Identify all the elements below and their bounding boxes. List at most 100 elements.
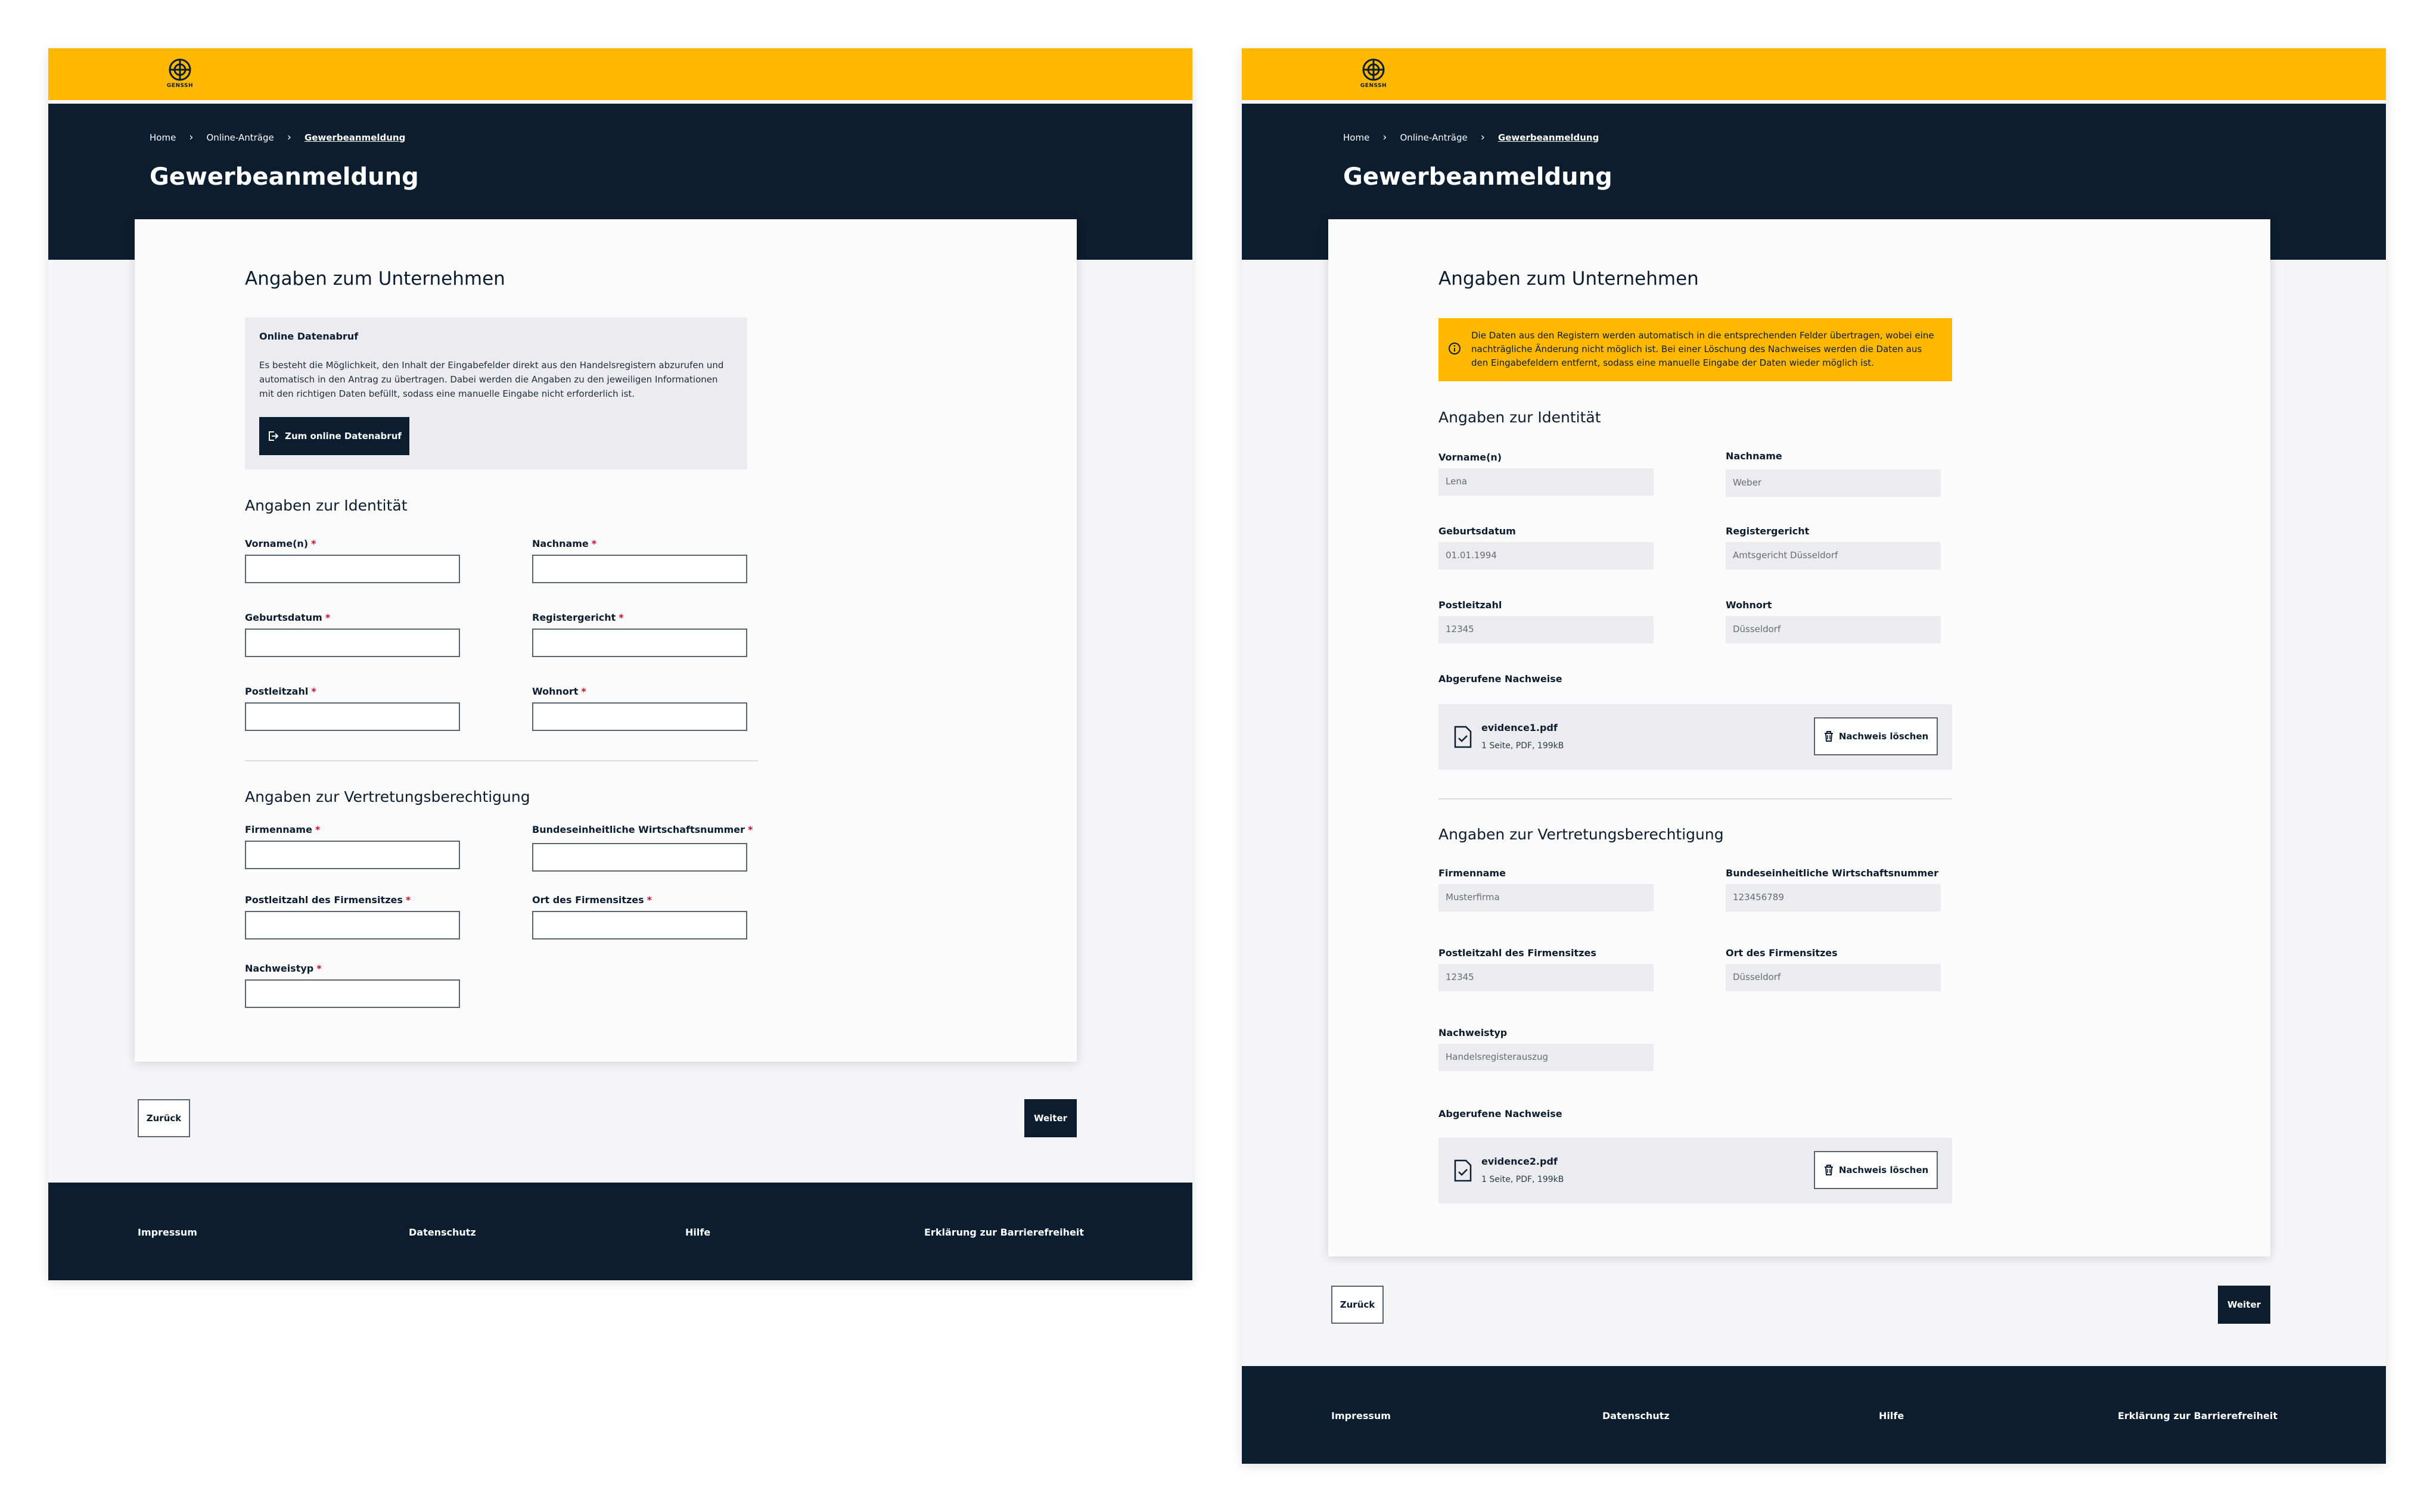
- identity-title: Angaben zur Identität: [245, 497, 408, 514]
- footer: Impressum Datenschutz Hilfe Erklärung zu…: [48, 1183, 1192, 1280]
- logo[interactable]: GENSSH: [1359, 58, 1388, 92]
- trash-icon: [1823, 730, 1834, 742]
- divider: [1438, 798, 1952, 799]
- breadcrumb-current[interactable]: Gewerbeanmeldung: [1498, 132, 1599, 143]
- footer-link-datenschutz[interactable]: Datenschutz: [409, 1227, 476, 1238]
- nachname-input[interactable]: [532, 555, 747, 583]
- back-button[interactable]: Zurück: [138, 1099, 190, 1137]
- field-label: Nachname *: [532, 538, 597, 549]
- logo-text: GENSSH: [166, 83, 194, 89]
- ort-firmensitz-input[interactable]: [532, 911, 747, 939]
- nachname-input[interactable]: Weber: [1726, 469, 1941, 497]
- trash-icon: [1823, 1164, 1834, 1176]
- field-label: Postleitzahl des Firmensitzes *: [245, 894, 411, 906]
- breadcrumb-online-antraege[interactable]: Online-Anträge: [1400, 132, 1468, 143]
- footer-link-barrierefreiheit[interactable]: Erklärung zur Barrierefreiheit: [2118, 1410, 2277, 1421]
- wohnort-input[interactable]: [532, 702, 747, 731]
- footer: Impressum Datenschutz Hilfe Erklärung zu…: [1242, 1366, 2386, 1464]
- breadcrumb-home[interactable]: Home: [1343, 132, 1369, 143]
- next-button[interactable]: Weiter: [2218, 1286, 2270, 1324]
- field-label: Vorname(n) *: [245, 538, 316, 549]
- online-box-title: Online Datenabruf: [259, 331, 359, 342]
- back-button[interactable]: Zurück: [1331, 1286, 1384, 1324]
- postleitzahl-input[interactable]: 12345: [1438, 616, 1654, 643]
- field-label: Bundeseinheitliche Wirtschaftsnummer *: [532, 824, 753, 835]
- postleitzahl-input[interactable]: [245, 702, 460, 731]
- delete-evidence-label: Nachweis löschen: [1838, 731, 1929, 742]
- footer-link-barrierefreiheit[interactable]: Erklärung zur Barrierefreiheit: [924, 1227, 1084, 1238]
- chevron-right-icon: ›: [1382, 131, 1387, 144]
- wirtschaftsnummer-input[interactable]: 123456789: [1726, 884, 1941, 911]
- field-label: Bundeseinheitliche Wirtschaftsnummer: [1726, 867, 1939, 879]
- delete-evidence-button[interactable]: Nachweis löschen: [1814, 1151, 1938, 1189]
- breadcrumb-home[interactable]: Home: [150, 132, 176, 143]
- online-datenabruf-label: Zum online Datenabruf: [285, 431, 402, 441]
- login-icon: [267, 430, 279, 442]
- geburtsdatum-input[interactable]: [245, 629, 460, 657]
- online-datenabruf-button[interactable]: Zum online Datenabruf: [259, 417, 409, 455]
- field-label: Nachweistyp: [1438, 1027, 1508, 1038]
- representation-title: Angaben zur Vertretungsberechtigung: [245, 788, 530, 805]
- breadcrumb: Home › Online-Anträge › Gewerbeanmeldung: [150, 131, 405, 144]
- footer-link-hilfe[interactable]: Hilfe: [1879, 1410, 1904, 1421]
- evidence-filename: evidence1.pdf: [1481, 722, 1558, 733]
- field-label: Registergericht *: [532, 612, 624, 623]
- delete-evidence-label: Nachweis löschen: [1838, 1165, 1929, 1175]
- registergericht-input[interactable]: Amtsgericht Düsseldorf: [1726, 542, 1941, 570]
- field-label: Geburtsdatum: [1438, 525, 1516, 537]
- nachweistyp-input[interactable]: [245, 979, 460, 1008]
- field-label: Nachname: [1726, 450, 1782, 462]
- form-card: Angaben zum Unternehmen Die Daten aus de…: [1328, 219, 2270, 1256]
- registergericht-input[interactable]: [532, 629, 747, 657]
- ort-firmensitz-input[interactable]: Düsseldorf: [1726, 964, 1941, 991]
- next-button[interactable]: Weiter: [1024, 1099, 1077, 1137]
- field-label: Firmenname: [1438, 867, 1506, 879]
- vorname-input[interactable]: Lena: [1438, 468, 1654, 496]
- logo[interactable]: GENSSH: [165, 58, 195, 92]
- field-label: Firmenname *: [245, 824, 321, 835]
- field-label: Postleitzahl: [1438, 599, 1502, 611]
- evidence-label: Abgerufene Nachweise: [1438, 673, 1562, 685]
- delete-evidence-button[interactable]: Nachweis löschen: [1814, 717, 1938, 755]
- top-bar: GENSSH: [1242, 48, 2386, 100]
- file-check-icon: [1453, 1159, 1473, 1183]
- firmenname-input[interactable]: [245, 841, 460, 869]
- wohnort-input[interactable]: Düsseldorf: [1726, 616, 1941, 643]
- form-card: Angaben zum Unternehmen Online Datenabru…: [135, 219, 1077, 1062]
- file-check-icon: [1453, 725, 1473, 749]
- field-label: Postleitzahl *: [245, 686, 316, 697]
- field-label: Ort des Firmensitzes *: [532, 894, 652, 906]
- logo-icon: [1362, 58, 1385, 81]
- breadcrumb-current[interactable]: Gewerbeanmeldung: [304, 132, 405, 143]
- firmenname-input[interactable]: Musterfirma: [1438, 884, 1654, 911]
- field-label: Geburtsdatum *: [245, 612, 331, 623]
- nachweistyp-input[interactable]: Handelsregisterauszug: [1438, 1044, 1654, 1071]
- online-datenabruf-box: Online Datenabruf Es besteht die Möglich…: [245, 318, 747, 469]
- geburtsdatum-input[interactable]: 01.01.1994: [1438, 542, 1654, 570]
- online-box-text: Es besteht die Möglichkeit, den Inhalt d…: [259, 360, 724, 399]
- breadcrumb-online-antraege[interactable]: Online-Anträge: [207, 132, 274, 143]
- plz-firmensitz-input[interactable]: [245, 911, 460, 939]
- wirtschaftsnummer-input[interactable]: [532, 843, 747, 872]
- footer-link-impressum[interactable]: Impressum: [138, 1227, 197, 1238]
- field-label: Nachweistyp *: [245, 963, 322, 974]
- evidence-meta: 1 Seite, PDF, 199kB: [1481, 1175, 1564, 1184]
- footer-link-datenschutz[interactable]: Datenschutz: [1602, 1410, 1670, 1421]
- logo-text: GENSSH: [1360, 83, 1387, 89]
- field-label: Wohnort: [1726, 599, 1772, 611]
- evidence-item: evidence1.pdf 1 Seite, PDF, 199kB Nachwe…: [1438, 704, 1952, 770]
- chevron-right-icon: ›: [189, 131, 194, 144]
- warning-text: Die Daten aus den Registern werden autom…: [1471, 330, 1934, 368]
- vorname-input[interactable]: [245, 555, 460, 583]
- top-bar: GENSSH: [48, 48, 1192, 100]
- evidence-item: evidence2.pdf 1 Seite, PDF, 199kB Nachwe…: [1438, 1138, 1952, 1203]
- footer-link-impressum[interactable]: Impressum: [1331, 1410, 1391, 1421]
- section-title: Angaben zum Unternehmen: [1438, 268, 1699, 290]
- page-title: Gewerbeanmeldung: [1343, 163, 1612, 191]
- section-title: Angaben zum Unternehmen: [245, 268, 505, 290]
- field-label: Vorname(n): [1438, 452, 1502, 463]
- plz-firmensitz-input[interactable]: 12345: [1438, 964, 1654, 991]
- screen-filled-form: GENSSH Home › Online-Anträge › Gewerbean…: [1242, 48, 2386, 1464]
- footer-link-hilfe[interactable]: Hilfe: [685, 1227, 710, 1238]
- logo-icon: [169, 58, 191, 81]
